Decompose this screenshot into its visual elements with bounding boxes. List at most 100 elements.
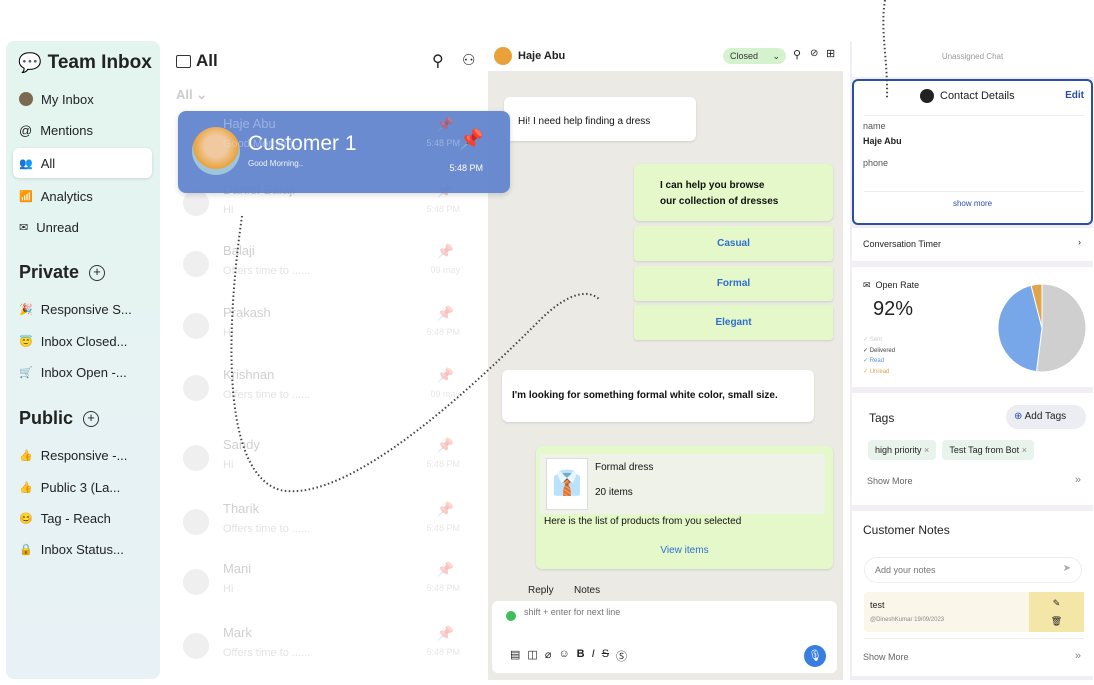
tab-reply[interactable]: Reply (528, 585, 554, 596)
show-more-link[interactable]: show more (854, 199, 1091, 208)
avatar (183, 633, 209, 659)
pin-icon[interactable]: 📌 (437, 437, 454, 454)
list-item[interactable]: Sandy Hi 5:48 PM 📌 (180, 437, 460, 497)
add-private-icon[interactable]: + (89, 264, 106, 281)
list-item[interactable]: Balaji Offers time to ...... 09 may 📌 (180, 243, 460, 303)
private-item[interactable]: 🛒 Inbox Open -... (13, 357, 152, 387)
pin-icon[interactable]: 📌 (437, 305, 454, 322)
bold-icon[interactable]: B (577, 648, 585, 664)
pie-slice-delivered (1035, 283, 1087, 373)
pin-icon[interactable]: 📌 (437, 182, 454, 199)
search-icon[interactable]: ⚲ (793, 48, 801, 61)
pin-icon[interactable]: 📌 (437, 561, 454, 578)
tab-notes[interactable]: Notes (574, 585, 600, 596)
option-button-elegant[interactable]: Elegant (634, 305, 833, 340)
notes-input-wrap: ➤ (864, 557, 1082, 583)
double-chevron-icon[interactable]: » (1075, 474, 1081, 486)
private-item[interactable]: 😇 Inbox Closed... (13, 326, 152, 356)
whatsapp-icon (506, 611, 516, 621)
strikethrough-icon[interactable]: S (602, 648, 609, 664)
view-items-link[interactable]: View items (536, 545, 833, 556)
conversation-timer[interactable]: Conversation Timer › (852, 228, 1093, 261)
private-item[interactable]: 🎉 Responsive S... (13, 294, 152, 324)
edit-icon[interactable]: ✎ (1029, 594, 1084, 612)
sidebar-item-unread[interactable]: ✉ Unread (13, 212, 152, 242)
avatar (183, 313, 209, 339)
sidebar-item-all[interactable]: 👥 All (13, 148, 152, 178)
close-icon[interactable]: × (924, 445, 929, 455)
add-public-icon[interactable]: + (83, 410, 100, 427)
layout-icon[interactable]: ◫ (527, 648, 537, 664)
message-input[interactable] (524, 607, 804, 617)
add-tags-button[interactable]: ⊕ Add Tags (1006, 405, 1086, 429)
list-item[interactable]: Krishnan Offers time to ...... 09 may 📌 (180, 367, 460, 427)
public-section-title: Public + (19, 408, 100, 429)
notes-show-more[interactable]: Show More (863, 652, 909, 662)
open-rate-card: ✉ Open Rate 92% ✓ Sent ✓ Delivered ✓ Read… (852, 267, 1093, 387)
add-user-icon[interactable]: ⚇ (462, 51, 475, 69)
customer-notes-card: Customer Notes ➤ test @DineshKumar 19/09… (852, 511, 1093, 676)
avatar (183, 251, 209, 277)
pin-icon[interactable]: 📌 (437, 243, 454, 260)
contact-details-card: Contact Details Edit name Haje Abu phone… (852, 79, 1093, 225)
microphone-button[interactable]: 🎙 (804, 645, 826, 667)
avatar-icon (19, 92, 33, 106)
snooze-icon[interactable]: ⊘ (810, 48, 818, 59)
status-dropdown[interactable]: Closed ⌄ (723, 48, 786, 64)
filter-dropdown[interactable]: All ⌄ (176, 87, 207, 103)
legend-unread: ✓ Unread (863, 368, 890, 375)
payment-icon[interactable]: Ⓢ (616, 648, 627, 664)
pin-icon[interactable]: 📌 (437, 501, 454, 518)
double-chevron-icon[interactable]: » (1075, 650, 1081, 662)
incoming-message: Hi! I need help finding a dress (504, 97, 696, 141)
list-item[interactable]: Prakash Hi 5:48 PM 📌 (180, 305, 460, 365)
italic-icon[interactable]: I (592, 648, 595, 664)
contact-panel: Unassigned Chat Contact Details Edit nam… (850, 41, 1093, 680)
notes-input[interactable] (875, 565, 1045, 575)
chat-header: Haje Abu (488, 41, 843, 71)
panel-header: Unassigned Chat (852, 41, 1093, 77)
tags-show-more[interactable]: Show More (867, 476, 913, 486)
emoji-icon[interactable]: ☺ (558, 648, 569, 664)
attachment-icon[interactable]: ⌀ (545, 648, 552, 664)
list-item[interactable]: Mani Hi 5:48 PM 📌 (180, 561, 460, 621)
tag-chip[interactable]: Test Tag from Bot × (942, 440, 1034, 460)
list-item[interactable]: Haje Abu Good Morning.. 5:48 PM 📌 (180, 116, 460, 176)
list-item[interactable]: Tharik Offers time to ...... 5:48 PM 📌 (180, 501, 460, 561)
product-card[interactable]: 👔 Formal dress 20 items (540, 454, 825, 514)
close-icon[interactable]: × (1022, 445, 1027, 455)
tags-card: Tags ⊕ Add Tags high priority × Test Tag … (852, 393, 1093, 505)
edit-button[interactable]: Edit (1065, 90, 1084, 101)
public-item[interactable]: 🔒 Inbox Status... (13, 534, 152, 564)
panel-toggle-icon[interactable]: ⊞ (826, 47, 835, 60)
trash-icon[interactable]: 🗑 (1029, 612, 1084, 630)
tag-chip[interactable]: high priority × (868, 440, 937, 460)
pin-icon[interactable]: 📌 (437, 625, 454, 642)
sidebar-item-my-inbox[interactable]: My Inbox (13, 84, 152, 114)
chart-icon: 📶 (19, 190, 33, 203)
pin-icon[interactable]: 📌 (437, 116, 454, 133)
avatar (183, 375, 209, 401)
public-item[interactable]: 👍 Public 3 (La... (13, 472, 152, 502)
list-item[interactable]: Mark Offers time to ...... 5:48 PM 📌 (180, 625, 460, 685)
send-icon[interactable]: ➤ (1063, 563, 1071, 574)
sidebar-item-analytics[interactable]: 📶 Analytics (13, 181, 152, 211)
tag-list: high priority × Test Tag from Bot × (868, 440, 1040, 460)
sidebar-item-mentions[interactable]: @ Mentions (13, 115, 152, 145)
legend-delivered: ✓ Delivered (863, 347, 896, 354)
public-item[interactable]: 😊 Tag - Reach (13, 503, 152, 533)
note-actions: ✎ 🗑 (1029, 592, 1084, 632)
legend: ✓ Sent ✓ Delivered ✓ Read ✓ Unread (863, 335, 895, 377)
avatar (183, 569, 209, 595)
chat-panel: Haje Abu Closed ⌄ ⚲ ⊘ ⊞ Hi! I need help f… (488, 41, 843, 680)
pin-icon[interactable]: 📌 (437, 367, 454, 384)
list-title: All (176, 51, 218, 71)
private-section-title: Private + (19, 262, 106, 283)
group-icon: 👥 (19, 157, 33, 170)
option-button-casual[interactable]: Casual (634, 226, 833, 261)
search-icon[interactable]: ⚲ (432, 51, 444, 71)
public-item[interactable]: 👍 Responsive -... (13, 440, 152, 470)
template-icon[interactable]: ▤ (510, 648, 520, 664)
list-item[interactable]: Daniel Balaji Hi 5:48 PM 📌 (180, 182, 460, 242)
option-button-formal[interactable]: Formal (634, 266, 833, 301)
